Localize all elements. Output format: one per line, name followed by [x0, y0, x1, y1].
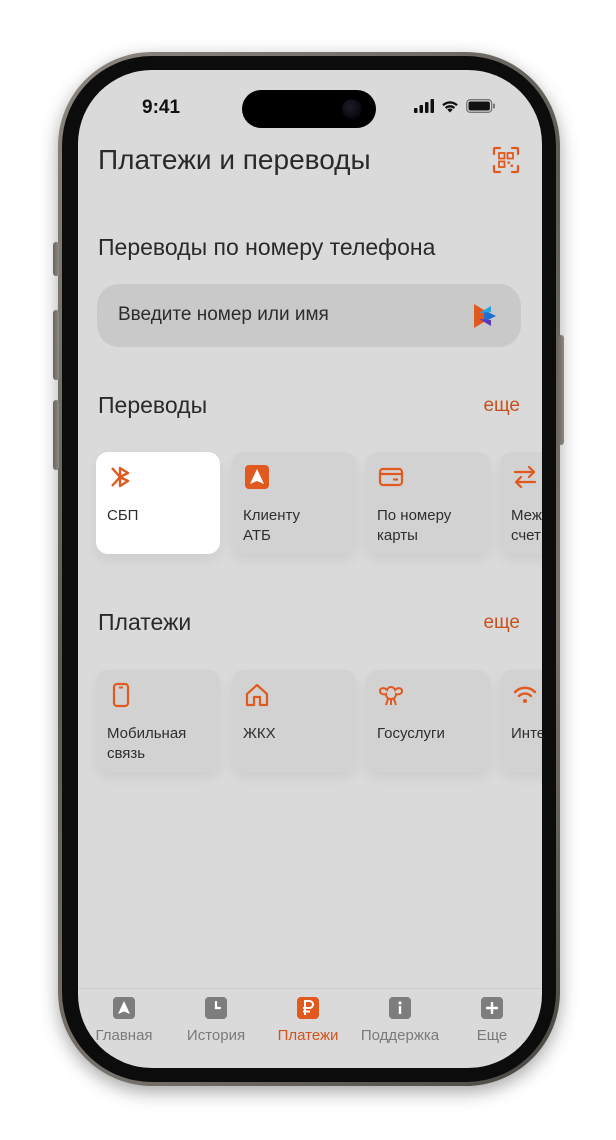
tab-bar: Главная История Платежи Поддержка Еще: [78, 988, 542, 1053]
tab-label: История: [186, 1027, 246, 1044]
transfer-card-sbp[interactable]: СБП: [96, 452, 220, 554]
transfer-card-by-card[interactable]: По номеру карты: [366, 452, 490, 554]
phone-search-placeholder: Введите номер или имя: [118, 304, 329, 325]
dynamic-island: [242, 90, 376, 128]
ruble-icon: [297, 997, 319, 1019]
transfer-card-label: По номеру карты: [377, 507, 452, 544]
atb-icon: [245, 465, 269, 489]
payment-card-label: Инте: [511, 725, 542, 742]
plus-icon: [481, 997, 503, 1019]
info-icon: [389, 997, 411, 1019]
battery-icon: [466, 99, 495, 113]
tab-support[interactable]: Поддержка: [354, 997, 446, 1044]
payment-card-internet[interactable]: Инте: [500, 670, 542, 772]
tab-history[interactable]: История: [170, 997, 262, 1044]
tab-home[interactable]: Главная: [78, 997, 170, 1044]
home-icon: [113, 997, 135, 1019]
payment-card-label: ЖКХ: [243, 725, 276, 742]
tab-label: Еще: [476, 1027, 508, 1044]
payments-more-link[interactable]: еще: [483, 612, 520, 634]
mobile-icon: [112, 682, 130, 708]
signal-icon: [414, 99, 434, 113]
payment-card-label: Госуслуги: [377, 725, 445, 742]
sbp-logo-icon: [474, 304, 496, 328]
tab-payments[interactable]: Платежи: [262, 997, 354, 1044]
transfer-card-label: Клиенту АТБ: [243, 507, 301, 544]
status-icons: [414, 99, 496, 113]
wifi-icon: [513, 686, 537, 703]
tab-more[interactable]: Еще: [446, 997, 538, 1044]
phone-transfers-title: Переводы по номеру телефона: [98, 234, 436, 260]
history-icon: [205, 997, 227, 1019]
qr-scan-icon[interactable]: [492, 146, 520, 174]
tab-label: Платежи: [277, 1027, 339, 1044]
payment-card-label: Мобильная связь: [107, 725, 187, 762]
gosuslugi-eagle-icon: [378, 685, 404, 706]
front-camera: [342, 99, 362, 119]
transfers-title: Переводы: [98, 392, 208, 418]
payment-card-gosuslugi[interactable]: Госуслуги: [366, 670, 490, 772]
payment-card-utilities[interactable]: ЖКХ: [232, 670, 356, 772]
house-icon: [245, 683, 269, 707]
status-time: 9:41: [142, 97, 181, 118]
side-button-action: [53, 242, 59, 276]
payment-card-mobile[interactable]: Мобильная связь: [96, 670, 220, 772]
card-icon: [378, 467, 404, 487]
transfer-card-label: Меж счет: [511, 507, 542, 544]
transfer-card-between-accounts[interactable]: Меж счет: [500, 452, 542, 554]
swap-arrows-icon: [513, 465, 537, 489]
side-button-power: [558, 335, 564, 445]
phone-search-field[interactable]: Введите номер или имя: [97, 284, 521, 347]
side-button-volume-down: [53, 400, 59, 470]
side-button-volume-up: [53, 310, 59, 380]
tab-label: Главная: [95, 1027, 153, 1044]
transfer-card-atb[interactable]: Клиенту АТБ: [232, 452, 356, 554]
transfers-more-link[interactable]: еще: [483, 395, 520, 417]
tab-label: Поддержка: [360, 1027, 440, 1044]
phone-screen: 9:41 Платежи и переводы Переводы по номе…: [78, 70, 542, 1068]
page-title: Платежи и переводы: [98, 144, 371, 175]
payments-title: Платежи: [98, 609, 192, 635]
transfer-card-label: СБП: [107, 507, 139, 524]
sbp-icon: [111, 466, 130, 488]
wifi-status-icon: [442, 101, 458, 113]
